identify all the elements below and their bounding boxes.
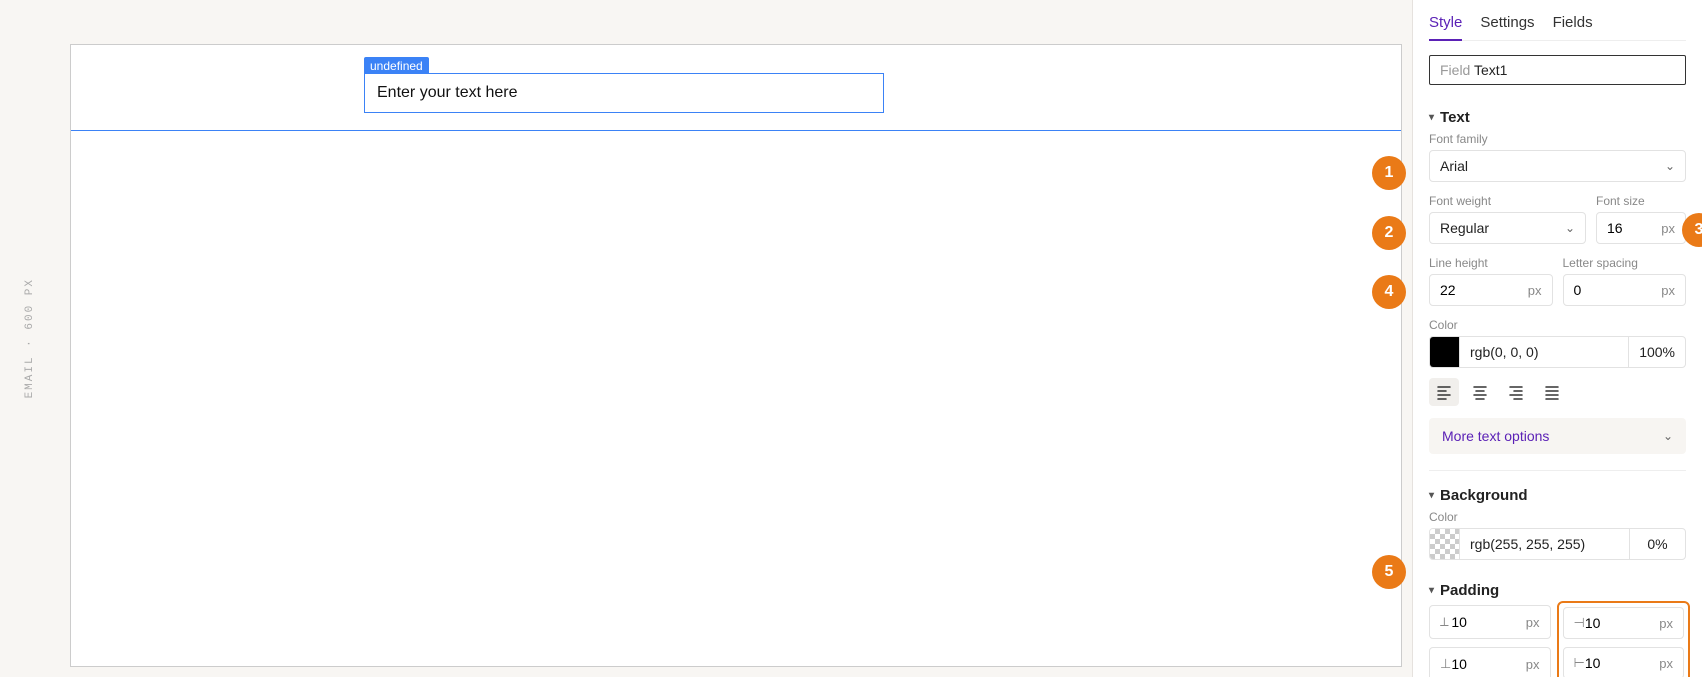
padding-right-input[interactable]: ⊣ px bbox=[1563, 607, 1685, 639]
font-size-label: Font size bbox=[1596, 194, 1686, 208]
annotation-marker-2: 2 bbox=[1372, 216, 1406, 250]
align-justify-icon bbox=[1544, 384, 1560, 400]
padding-bottom-value[interactable] bbox=[1451, 656, 1521, 672]
text-align-row bbox=[1429, 378, 1686, 406]
section-padding: ▾ Padding ⟂ px ⊥ px bbox=[1429, 576, 1686, 677]
align-left-icon bbox=[1436, 384, 1452, 400]
annotation-marker-1: 1 bbox=[1372, 156, 1406, 190]
bg-color-swatch[interactable] bbox=[1430, 529, 1460, 559]
padding-left-icon: ⊢ bbox=[1574, 655, 1585, 671]
font-family-label: Font family bbox=[1429, 132, 1686, 146]
font-family-select[interactable]: Arial ⌄ bbox=[1429, 150, 1686, 182]
bg-color-picker[interactable]: rgb(255, 255, 255) 0% bbox=[1429, 528, 1686, 560]
padding-bottom-unit: px bbox=[1526, 657, 1540, 672]
section-text: ▾ Text Font family Arial ⌄ Font weight R… bbox=[1429, 103, 1686, 454]
font-size-input[interactable]: px bbox=[1596, 212, 1686, 244]
text-block-content: Enter your text here bbox=[377, 84, 518, 101]
caret-down-icon: ▾ bbox=[1429, 112, 1434, 123]
font-weight-select[interactable]: Regular ⌄ bbox=[1429, 212, 1586, 244]
section-padding-title: Padding bbox=[1440, 582, 1499, 599]
padding-top-icon: ⟂ bbox=[1440, 614, 1451, 630]
selected-row[interactable]: undefined Enter your text here bbox=[71, 45, 1401, 131]
letter-spacing-unit: px bbox=[1661, 283, 1675, 298]
font-size-value[interactable] bbox=[1607, 220, 1657, 236]
more-text-options-label: More text options bbox=[1442, 428, 1549, 444]
annotation-marker-4: 4 bbox=[1372, 275, 1406, 309]
field-name-label: Field bbox=[1440, 62, 1470, 78]
divider bbox=[1429, 470, 1686, 471]
bg-color-group: Color rgb(255, 255, 255) 0% bbox=[1429, 510, 1686, 560]
tab-settings[interactable]: Settings bbox=[1480, 10, 1534, 40]
line-height-label: Line height bbox=[1429, 256, 1553, 270]
text-block[interactable]: Enter your text here bbox=[364, 73, 884, 113]
font-family-value: Arial bbox=[1440, 158, 1468, 174]
text-color-label: Color bbox=[1429, 318, 1686, 332]
email-canvas[interactable]: undefined Enter your text here bbox=[70, 44, 1402, 667]
chevron-down-icon: ⌄ bbox=[1665, 159, 1675, 173]
align-center-button[interactable] bbox=[1465, 378, 1495, 406]
align-left-button[interactable] bbox=[1429, 378, 1459, 406]
text-color-opacity[interactable]: 100% bbox=[1628, 337, 1685, 367]
more-text-options[interactable]: More text options ⌄ bbox=[1429, 418, 1686, 454]
align-center-icon bbox=[1472, 384, 1488, 400]
bg-color-value[interactable]: rgb(255, 255, 255) bbox=[1460, 529, 1629, 559]
section-background-title: Background bbox=[1440, 487, 1528, 504]
padding-top-value[interactable] bbox=[1451, 614, 1521, 630]
font-weight-group: Font weight Regular ⌄ bbox=[1429, 194, 1586, 244]
canvas-meta-label: EMAIL · 600 PX bbox=[24, 278, 36, 398]
letter-spacing-value[interactable] bbox=[1574, 282, 1658, 298]
side-panel: Style Settings Fields Field Text1 ▾ Text… bbox=[1412, 0, 1702, 677]
field-name-input[interactable]: Field Text1 bbox=[1429, 55, 1686, 85]
chevron-down-icon: ⌄ bbox=[1565, 221, 1575, 235]
letter-spacing-label: Letter spacing bbox=[1563, 256, 1687, 270]
tab-style[interactable]: Style bbox=[1429, 10, 1462, 41]
line-height-group: Line height px bbox=[1429, 256, 1553, 306]
padding-bottom-icon: ⊥ bbox=[1440, 656, 1451, 672]
font-weight-value: Regular bbox=[1440, 220, 1489, 236]
padding-right-value[interactable] bbox=[1585, 615, 1655, 631]
padding-top-input[interactable]: ⟂ px bbox=[1429, 605, 1551, 639]
font-size-group: Font size px bbox=[1596, 194, 1686, 244]
padding-top-unit: px bbox=[1526, 615, 1540, 630]
font-weight-label: Font weight bbox=[1429, 194, 1586, 208]
text-color-picker[interactable]: rgb(0, 0, 0) 100% bbox=[1429, 336, 1686, 368]
section-text-header[interactable]: ▾ Text bbox=[1429, 103, 1686, 132]
padding-right-unit: px bbox=[1659, 616, 1673, 631]
panel-tabs: Style Settings Fields bbox=[1429, 10, 1686, 41]
letter-spacing-input[interactable]: px bbox=[1563, 274, 1687, 306]
padding-left-value[interactable] bbox=[1585, 655, 1655, 671]
section-background: ▾ Background Color rgb(255, 255, 255) 0% bbox=[1429, 481, 1686, 560]
field-name-value: Text1 bbox=[1474, 62, 1507, 78]
font-family-group: Font family Arial ⌄ bbox=[1429, 132, 1686, 182]
padding-right-left-highlight: ⊣ px ⊢ px bbox=[1557, 601, 1691, 677]
chevron-down-icon: ⌄ bbox=[1663, 429, 1673, 443]
padding-left-unit: px bbox=[1659, 656, 1673, 671]
line-height-input[interactable]: px bbox=[1429, 274, 1553, 306]
padding-right-icon: ⊣ bbox=[1574, 615, 1585, 631]
canvas-area[interactable]: undefined Enter your text here bbox=[60, 0, 1412, 677]
line-height-value[interactable] bbox=[1440, 282, 1524, 298]
left-rail: EMAIL · 600 PX bbox=[0, 0, 60, 677]
section-text-title: Text bbox=[1440, 109, 1470, 126]
padding-left-input[interactable]: ⊢ px bbox=[1563, 647, 1685, 677]
section-background-header[interactable]: ▾ Background bbox=[1429, 481, 1686, 510]
caret-down-icon: ▾ bbox=[1429, 585, 1434, 596]
bg-color-opacity[interactable]: 0% bbox=[1629, 529, 1685, 559]
align-right-icon bbox=[1508, 384, 1524, 400]
caret-down-icon: ▾ bbox=[1429, 490, 1434, 501]
text-color-swatch[interactable] bbox=[1430, 337, 1460, 367]
padding-bottom-input[interactable]: ⊥ px bbox=[1429, 647, 1551, 677]
text-color-value[interactable]: rgb(0, 0, 0) bbox=[1460, 337, 1628, 367]
bg-color-label: Color bbox=[1429, 510, 1686, 524]
letter-spacing-group: Letter spacing px bbox=[1563, 256, 1687, 306]
tab-fields[interactable]: Fields bbox=[1553, 10, 1593, 40]
align-justify-button[interactable] bbox=[1537, 378, 1567, 406]
align-right-button[interactable] bbox=[1501, 378, 1531, 406]
line-height-unit: px bbox=[1528, 283, 1542, 298]
annotation-marker-5: 5 bbox=[1372, 555, 1406, 589]
text-color-group: Color rgb(0, 0, 0) 100% bbox=[1429, 318, 1686, 406]
font-size-unit: px bbox=[1661, 221, 1675, 236]
